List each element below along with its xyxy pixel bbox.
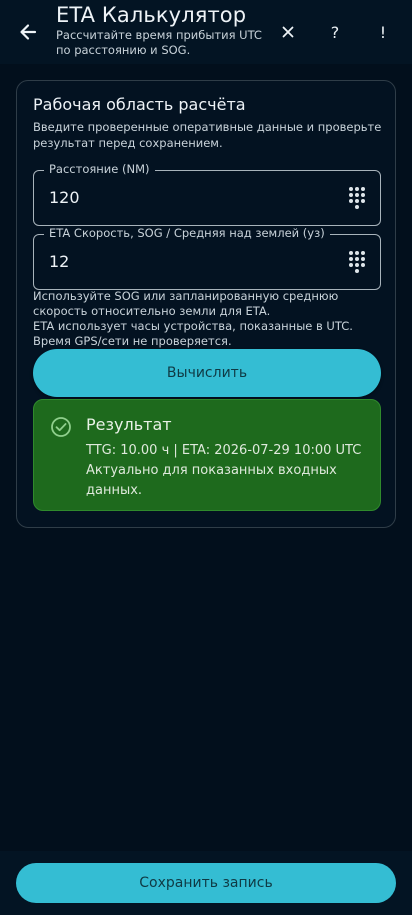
page-title: ETA Калькулятор — [56, 3, 247, 27]
result-note-line: Актуально для показанных входных — [86, 463, 337, 478]
close-button[interactable] — [272, 16, 304, 48]
result-eta-line: TTG: 10.00 ч | ETA: 2026-07-29 10:00 UTC — [86, 443, 362, 458]
distance-field-label: Расстояние (NM) — [44, 162, 155, 176]
card-title: Рабочая область расчёта — [33, 95, 246, 114]
back-button[interactable] — [12, 16, 44, 48]
speed-field-value[interactable]: 12 — [49, 252, 69, 271]
check-circle-icon — [51, 417, 71, 437]
help-button[interactable]: ? — [319, 16, 351, 48]
result-title: Результат — [86, 415, 172, 434]
distance-field-value[interactable]: 120 — [49, 188, 80, 207]
close-icon — [282, 26, 294, 38]
calculate-button[interactable]: Вычислить — [33, 349, 381, 397]
result-note-line-2: данных. — [86, 483, 143, 498]
keypad-icon[interactable] — [348, 250, 366, 274]
keypad-icon[interactable] — [348, 186, 366, 210]
speed-field[interactable]: ETA Скорость, SOG / Средняя над землей (… — [33, 226, 381, 290]
card-description: Введите проверенные оперативные данные и… — [33, 120, 382, 150]
save-record-button[interactable]: Сохранить запись — [16, 863, 396, 903]
alert-button[interactable]: ! — [367, 16, 399, 48]
bottom-action-bar: Сохранить запись — [0, 851, 412, 915]
distance-field[interactable]: Расстояние (NM) 120 — [33, 162, 381, 226]
result-panel: Результат TTG: 10.00 ч | ETA: 2026-07-29… — [33, 399, 381, 511]
calculation-workspace-card: Рабочая область расчёта Введите проверен… — [16, 80, 396, 528]
top-app-bar: ETA Калькулятор Рассчитайте время прибыт… — [0, 0, 412, 64]
app-screen: ETA Калькулятор Рассчитайте время прибыт… — [0, 0, 412, 915]
utc-hint: ETA использует часы устройства, показанн… — [33, 319, 353, 348]
speed-field-label: ETA Скорость, SOG / Средняя над землей (… — [44, 226, 330, 240]
arrow-left-icon — [20, 24, 37, 40]
sog-hint: Используйте SOG или запланированную сред… — [33, 289, 339, 318]
page-subtitle: Рассчитайте время прибытия UTC по рассто… — [56, 28, 262, 57]
